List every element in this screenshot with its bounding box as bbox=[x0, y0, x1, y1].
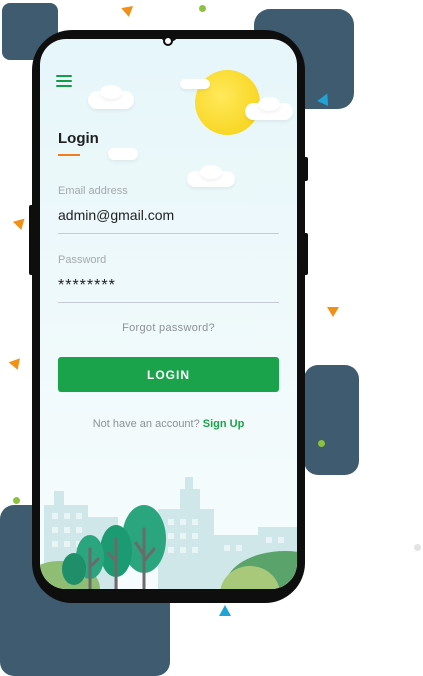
login-button[interactable]: LOGIN bbox=[58, 357, 279, 392]
password-underline bbox=[58, 302, 279, 303]
cloud-icon bbox=[108, 148, 138, 160]
decor-triangle-orange bbox=[12, 218, 28, 232]
email-field[interactable]: admin@gmail.com bbox=[58, 207, 174, 223]
signup-prompt: Not have an account? Sign Up bbox=[40, 418, 297, 430]
cloud-icon bbox=[100, 85, 122, 99]
title-underline bbox=[58, 154, 80, 156]
phone-screen: Login Email address admin@gmail.com Pass… bbox=[40, 39, 297, 589]
decor-triangle-orange bbox=[8, 358, 24, 372]
decor-dot-green bbox=[199, 5, 206, 12]
decor-block-right bbox=[304, 365, 359, 475]
cloud-icon bbox=[180, 79, 210, 89]
cloud-icon bbox=[258, 97, 280, 111]
front-camera bbox=[163, 36, 173, 46]
no-account-text: Not have an account? bbox=[92, 418, 200, 430]
forgot-password-link[interactable]: Forgot password? bbox=[40, 322, 297, 334]
password-label: Password bbox=[58, 254, 107, 266]
decor-dot-grey bbox=[414, 544, 421, 551]
city-skyline-illustration bbox=[40, 477, 297, 589]
menu-icon[interactable] bbox=[56, 75, 72, 87]
sign-up-link[interactable]: Sign Up bbox=[203, 418, 245, 430]
decor-dot-green bbox=[13, 497, 20, 504]
decor-triangle-orange bbox=[121, 6, 135, 18]
password-field[interactable]: ******** bbox=[58, 277, 116, 295]
decor-dot-green bbox=[318, 440, 325, 447]
decor-triangle-orange bbox=[327, 307, 339, 317]
email-underline bbox=[58, 233, 279, 234]
decor-triangle-blue bbox=[219, 605, 231, 616]
cloud-icon bbox=[200, 165, 222, 179]
email-label: Email address bbox=[58, 185, 128, 197]
page-title: Login bbox=[58, 130, 99, 147]
